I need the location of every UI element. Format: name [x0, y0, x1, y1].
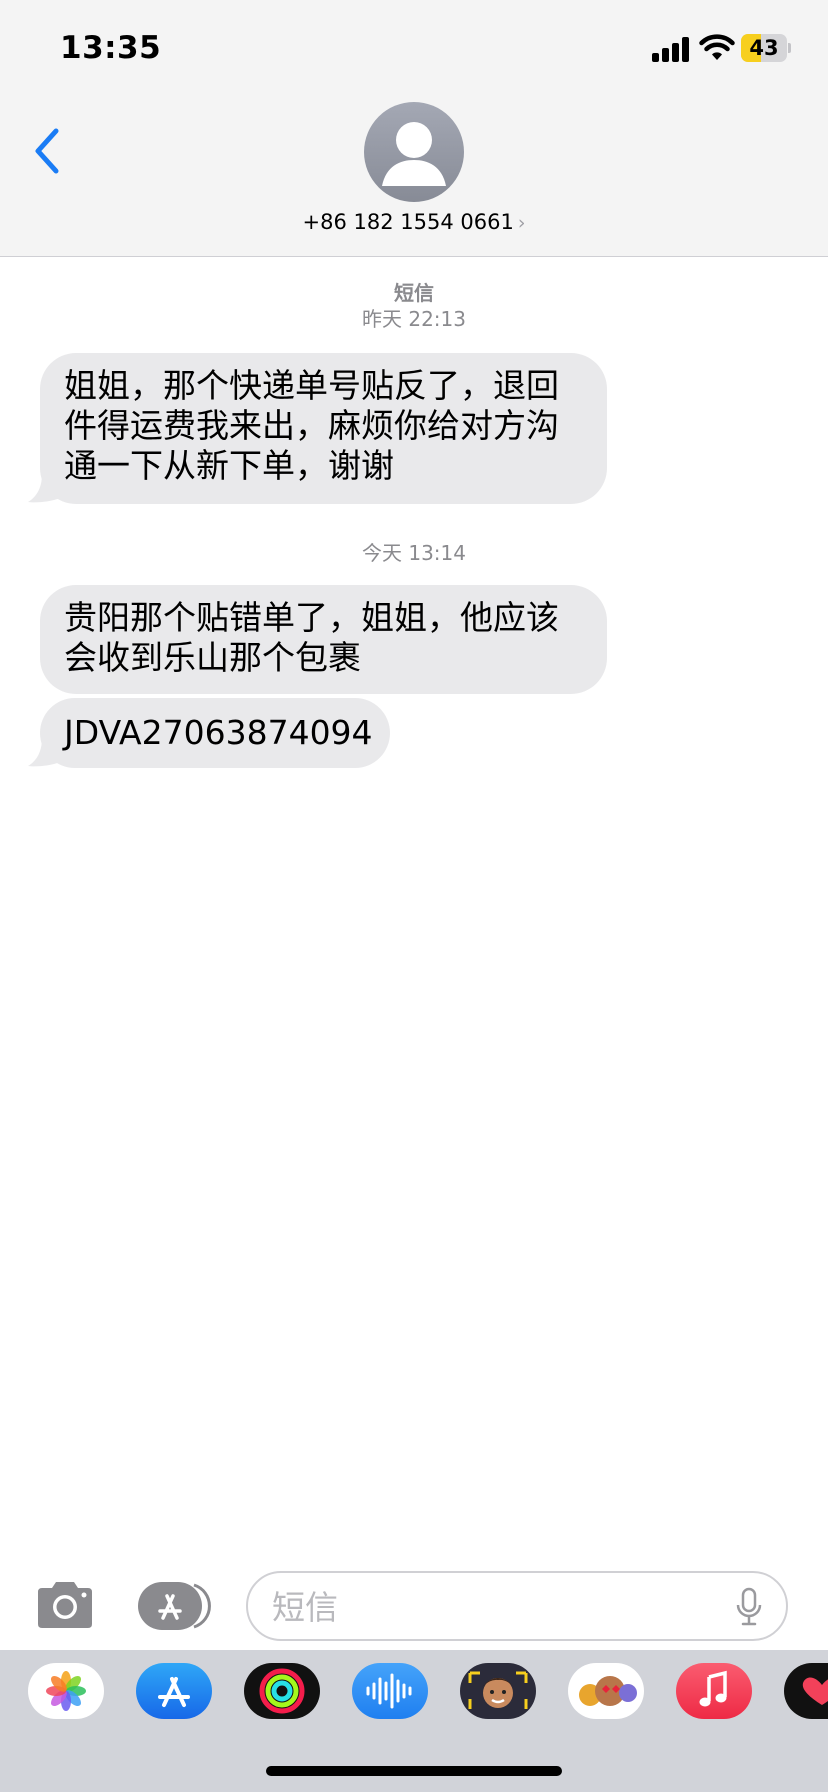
music-app-icon[interactable] [676, 1663, 752, 1719]
battery-indicator: 43 [741, 34, 791, 62]
camera-icon[interactable] [34, 1580, 96, 1630]
conversation-header: 13:35 43 +86 182 1554 0661 › [0, 0, 828, 257]
home-indicator[interactable] [266, 1766, 562, 1776]
incoming-message-bubble[interactable]: 贵阳那个贴错单了，姐姐，他应该 会收到乐山那个包裹 [40, 585, 607, 694]
contact-phone-number: +86 182 1554 0661 [302, 210, 514, 234]
digital-touch-app-icon[interactable] [784, 1663, 828, 1719]
battery-percent: 43 [749, 36, 779, 60]
wifi-icon [699, 34, 735, 60]
service-label: 短信 [394, 281, 434, 305]
photos-app-icon[interactable] [28, 1663, 104, 1719]
thread-timestamp: 今天 13:14 [362, 541, 466, 565]
app-store-app-icon[interactable] [136, 1663, 212, 1719]
contact-name-button[interactable]: +86 182 1554 0661 › [0, 210, 828, 234]
memoji-app-icon[interactable] [460, 1663, 536, 1719]
timestamp-text: 昨天 22:13 [362, 307, 466, 331]
thread-timestamp: 短信 昨天 22:13 [0, 280, 828, 332]
activity-app-icon[interactable] [244, 1663, 320, 1719]
audio-message-app-icon[interactable] [352, 1663, 428, 1719]
incoming-message-bubble[interactable]: 姐姐，那个快递单号贴反了，退回 件得运费我来出，麻烦你给对方沟 通一下从新下单，… [40, 353, 607, 504]
microphone-icon[interactable] [736, 1587, 762, 1627]
animoji-stickers-app-icon[interactable] [568, 1663, 644, 1719]
app-store-button-icon[interactable] [138, 1582, 212, 1630]
message-input-container[interactable] [246, 1571, 788, 1641]
person-silhouette-icon [382, 122, 446, 186]
status-time: 13:35 [60, 30, 162, 66]
incoming-message-bubble[interactable]: JDVA27063874094 [40, 698, 390, 768]
message-input[interactable] [272, 1583, 712, 1631]
chevron-right-icon: › [517, 212, 526, 234]
cellular-signal-icon [652, 36, 692, 62]
back-chevron-icon[interactable] [28, 125, 68, 177]
contact-avatar[interactable] [364, 102, 464, 202]
